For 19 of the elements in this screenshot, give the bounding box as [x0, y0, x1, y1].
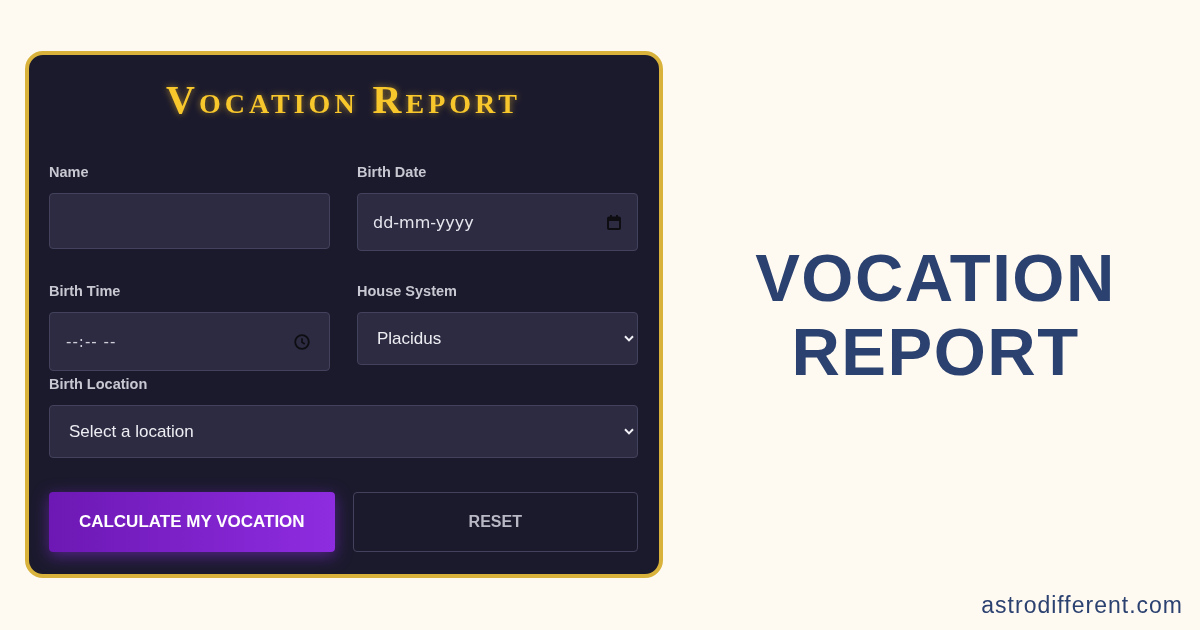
field-label: Name: [49, 164, 89, 181]
dropdown[interactable]: Placidus: [357, 312, 638, 365]
field-label: Birth Location: [49, 376, 148, 393]
chevron-down-icon: [624, 428, 634, 435]
site-url: astrodifferent.com: [981, 591, 1183, 619]
field-label: Birth Date: [357, 164, 427, 181]
calendar-icon[interactable]: [607, 214, 621, 230]
form-title: Vocation Report: [166, 76, 521, 124]
date-field[interactable]: dd-mm-yyyy: [357, 193, 638, 251]
field-label: Birth Time: [49, 283, 121, 300]
clock-icon[interactable]: [294, 333, 310, 350]
field-label: House System: [357, 283, 457, 300]
submit-button[interactable]: CALCULATE MY VOCATION: [49, 492, 335, 552]
headline: VOCATION REPORT: [755, 240, 1116, 389]
dropdown[interactable]: Select a location: [49, 405, 638, 458]
time-field[interactable]: --:-- --: [49, 312, 330, 371]
reset-button[interactable]: RESET: [352, 492, 638, 552]
chevron-down-icon: [624, 335, 634, 342]
input-field[interactable]: [49, 193, 330, 249]
